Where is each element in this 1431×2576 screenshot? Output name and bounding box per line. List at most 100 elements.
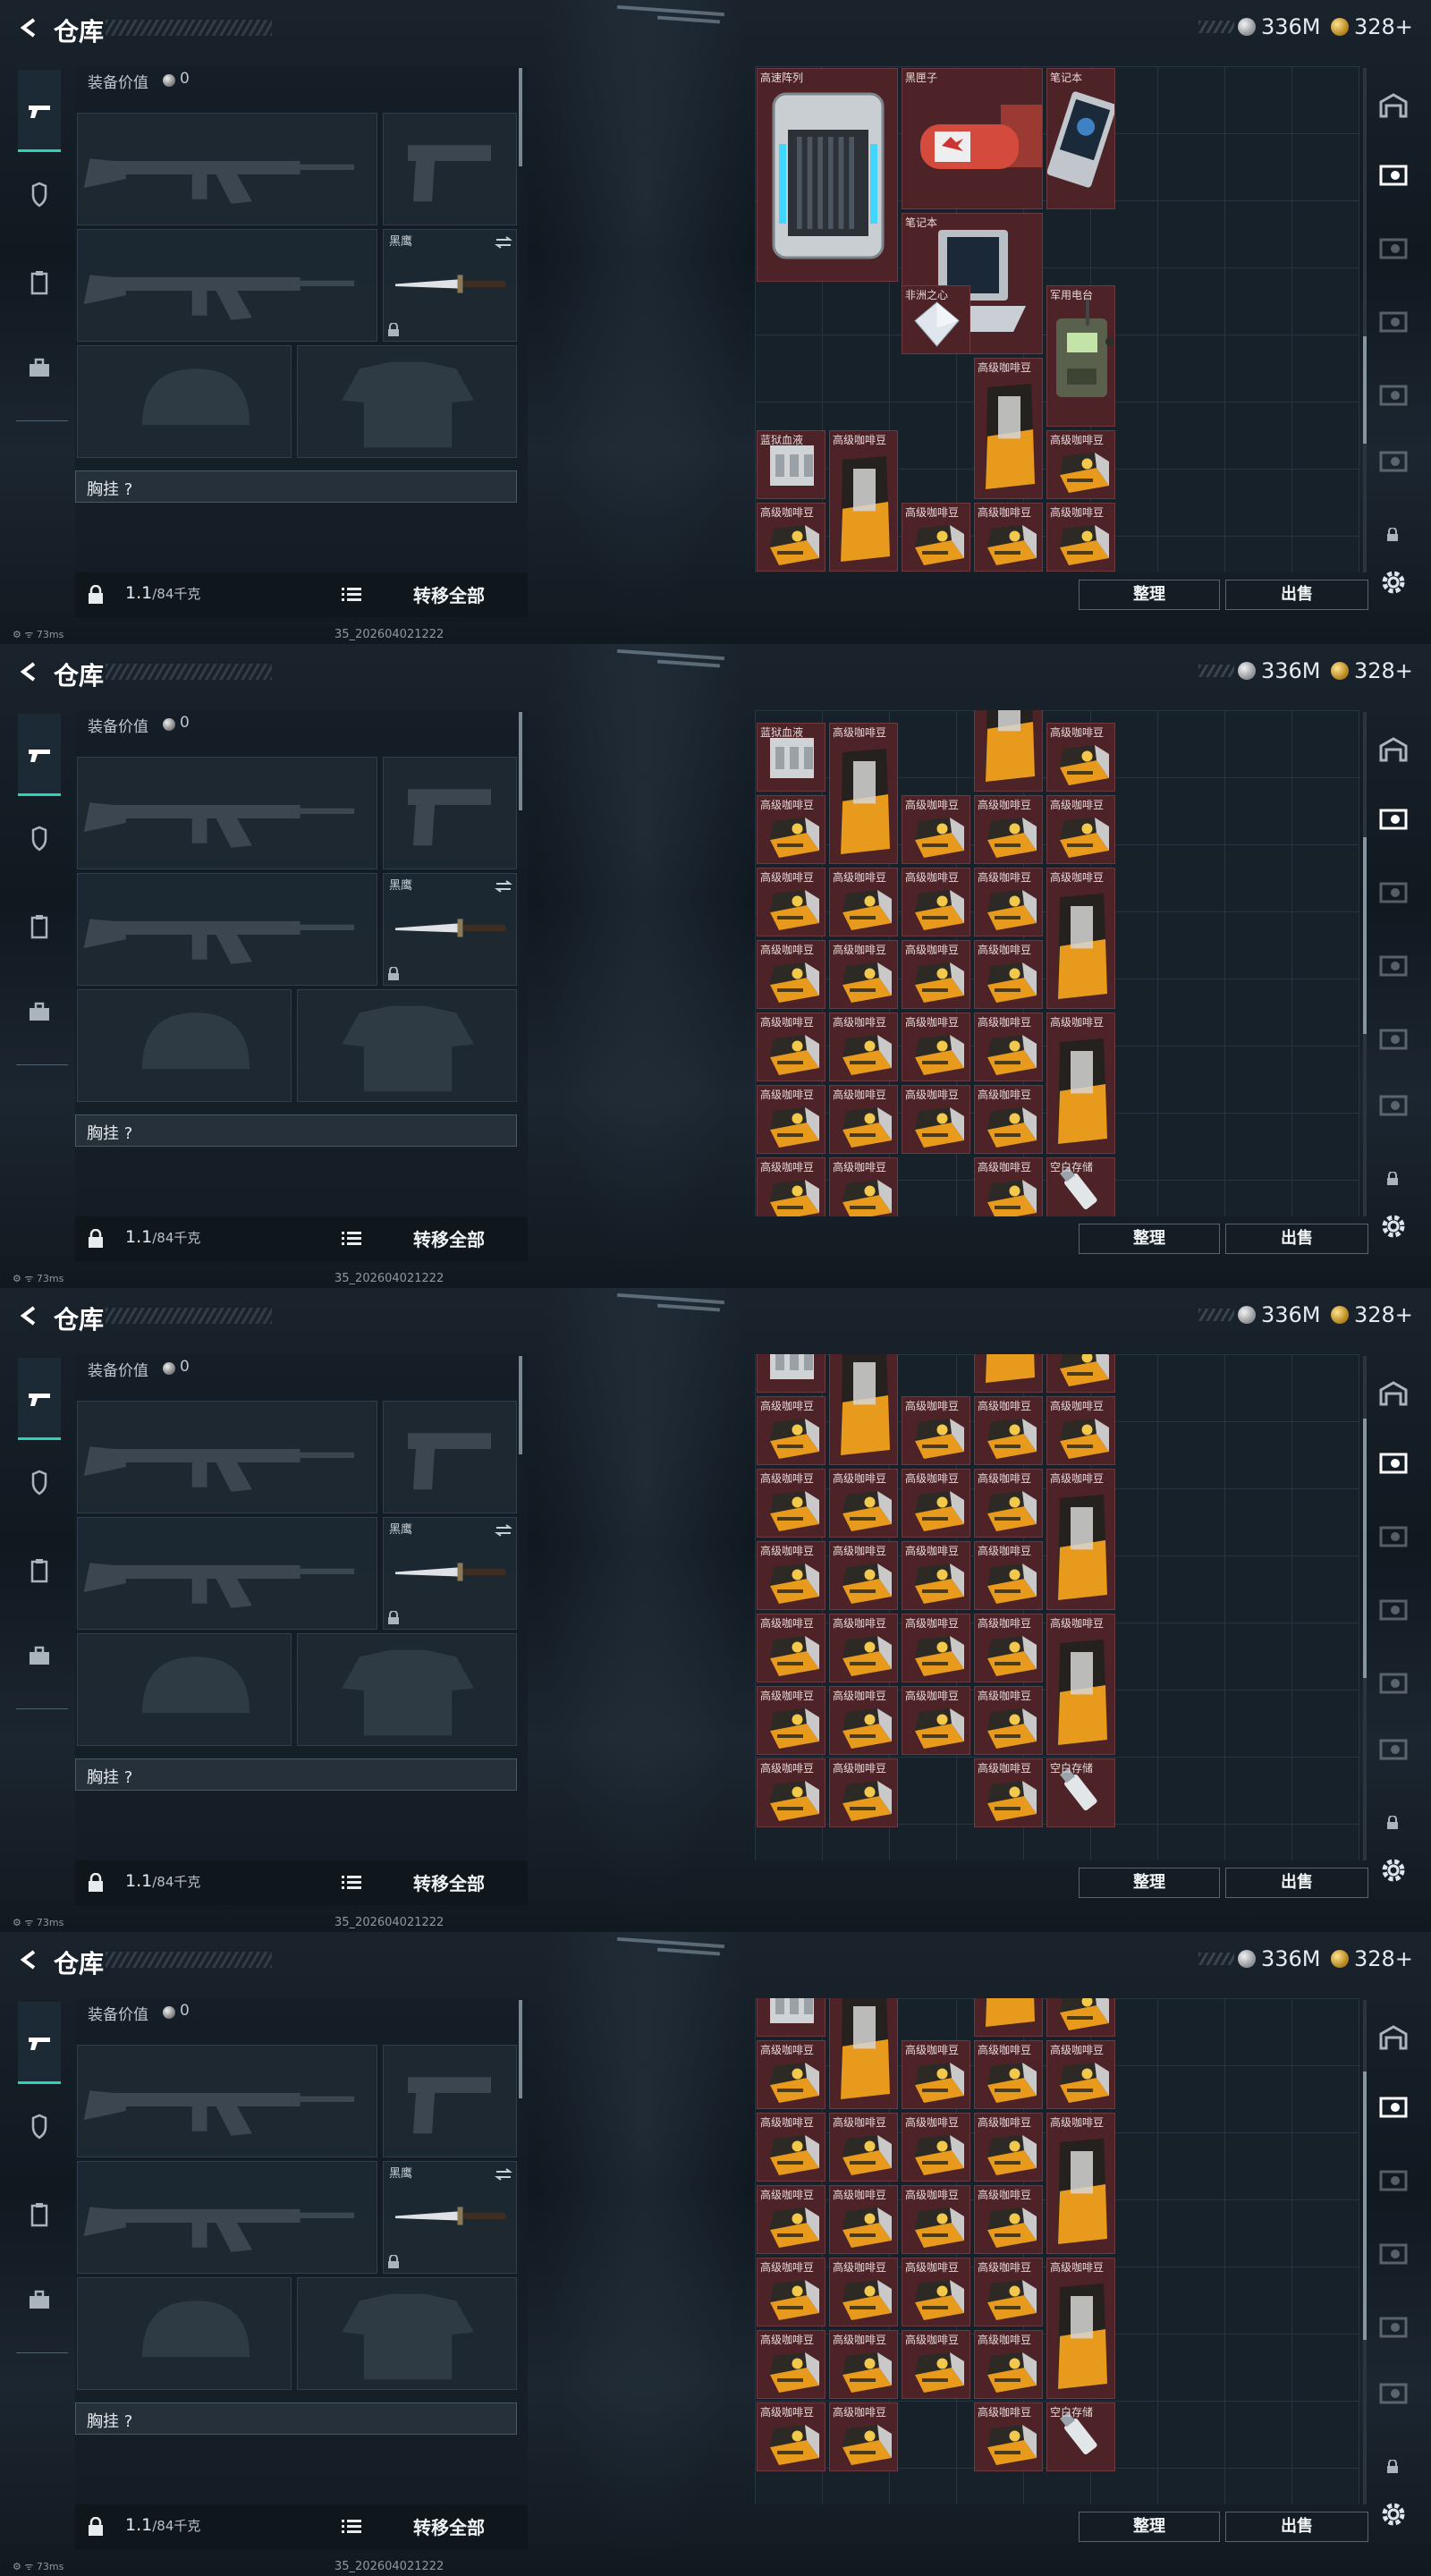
inventory-item-coffee[interactable]: 高级咖啡豆 [902, 503, 970, 572]
storage-box-icon[interactable] [1377, 1449, 1410, 1478]
inventory-item-coffee[interactable]: 高级咖啡豆 [1046, 2112, 1115, 2254]
inventory-item-radio[interactable]: 军用电台 [1046, 285, 1115, 427]
inventory-item-coffee[interactable]: 高级咖啡豆 [974, 710, 1043, 792]
inventory-item-coffee[interactable]: 高级咖啡豆 [757, 1758, 826, 1827]
inventory-item-coffee[interactable]: 高级咖啡豆 [829, 1540, 898, 1610]
storage-box-icon[interactable] [1377, 161, 1410, 190]
clipboard-icon[interactable] [25, 2200, 54, 2229]
sell-button[interactable]: 出售 [1225, 1224, 1368, 1254]
inventory-item-coffee[interactable]: 高级咖啡豆 [974, 1395, 1043, 1465]
primary-weapon-slot[interactable] [77, 2045, 377, 2157]
inventory-item-coffee[interactable]: 高级咖啡豆 [974, 2257, 1043, 2326]
armor-icon[interactable] [25, 181, 54, 209]
inventory-item-coffee[interactable]: 高级咖啡豆 [757, 1395, 826, 1465]
pistol-slot[interactable] [383, 113, 517, 225]
pistol-slot[interactable] [383, 1401, 517, 1513]
armor-icon[interactable] [25, 825, 54, 853]
swap-icon[interactable] [495, 879, 512, 894]
inventory-item-coffee[interactable]: 高级咖啡豆 [1046, 2039, 1115, 2109]
inventory-item-blue-sample[interactable]: 蓝狱血液 [757, 723, 826, 792]
inventory-item-coffee[interactable]: 高级咖啡豆 [902, 868, 970, 937]
warehouse-scrollbar[interactable] [1363, 1356, 1367, 1860]
inventory-item-coffee[interactable]: 高级咖啡豆 [1046, 1395, 1115, 1465]
inventory-item-coffee[interactable]: 高级咖啡豆 [902, 1085, 970, 1155]
inventory-item-coffee[interactable]: 高级咖啡豆 [829, 1758, 898, 1827]
primary-weapon-slot[interactable] [77, 113, 377, 225]
inventory-item-coffee[interactable]: 高级咖啡豆 [974, 503, 1043, 572]
briefcase-icon[interactable] [25, 1642, 54, 1671]
sort-button[interactable]: 整理 [1079, 1868, 1220, 1898]
inventory-item-coffee[interactable]: 高级咖啡豆 [902, 1013, 970, 1082]
inventory-item-coffee[interactable]: 高级咖啡豆 [829, 1468, 898, 1538]
helmet-slot[interactable] [77, 1633, 292, 1746]
storage-box-icon[interactable] [1377, 1735, 1410, 1764]
briefcase-icon[interactable] [25, 2286, 54, 2315]
inventory-item-coffee[interactable]: 高级咖啡豆 [974, 1758, 1043, 1827]
inventory-item-coffee[interactable]: 高级咖啡豆 [1046, 1468, 1115, 1610]
gun-icon[interactable] [25, 97, 54, 125]
primary-weapon-slot[interactable] [77, 757, 377, 869]
gold-currency[interactable]: 328+ [1331, 1302, 1413, 1327]
inventory-item-coffee[interactable]: 高级咖啡豆 [974, 2184, 1043, 2254]
loadout-scrollbar[interactable] [519, 712, 522, 810]
inventory-item-coffee[interactable]: 高级咖啡豆 [1046, 503, 1115, 572]
inventory-item-coffee[interactable]: 高级咖啡豆 [829, 430, 898, 572]
back-arrow-icon[interactable] [16, 1948, 39, 1971]
sort-button[interactable]: 整理 [1079, 1224, 1220, 1254]
warehouse-icon[interactable] [1377, 735, 1410, 764]
inventory-item-coffee[interactable]: 高级咖啡豆 [829, 1998, 898, 2109]
melee-slot[interactable]: 黑鹰 [383, 1517, 517, 1630]
secondary-weapon-slot[interactable] [77, 229, 377, 342]
transfer-all-button[interactable]: 转移全部 [413, 2513, 485, 2539]
storage-box-icon[interactable] [1377, 1596, 1410, 1624]
pistol-slot[interactable] [383, 2045, 517, 2157]
inventory-item-coffee[interactable]: 高级咖啡豆 [829, 2329, 898, 2399]
scroll-thumb[interactable] [1363, 2072, 1367, 2340]
inventory-item-coffee[interactable]: 高级咖啡豆 [902, 2329, 970, 2399]
warehouse-icon[interactable] [1377, 91, 1410, 120]
inventory-item-coffee[interactable]: 高级咖啡豆 [974, 1685, 1043, 1755]
list-icon[interactable] [342, 1231, 361, 1247]
transfer-all-button[interactable]: 转移全部 [413, 1869, 485, 1895]
inventory-item-coffee[interactable]: 高级咖啡豆 [757, 868, 826, 937]
inventory-item-coffee[interactable]: 高级咖啡豆 [902, 2112, 970, 2182]
storage-box-icon[interactable] [1377, 308, 1410, 336]
inventory-item-coffee[interactable]: 高级咖啡豆 [974, 1085, 1043, 1155]
inventory-item-coffee[interactable]: 高级咖啡豆 [757, 2402, 826, 2471]
storage-box-icon[interactable] [1377, 234, 1410, 263]
inventory-item-black-box[interactable]: 黑匣子 [902, 68, 1043, 209]
storage-box-icon[interactable] [1377, 1669, 1410, 1698]
storage-box-icon[interactable] [1377, 1025, 1410, 1054]
melee-slot[interactable]: 黑鹰 [383, 2161, 517, 2274]
inventory-item-coffee[interactable]: 高级咖啡豆 [757, 503, 826, 572]
storage-box-icon[interactable] [1377, 805, 1410, 834]
inventory-item-coffee[interactable]: 高级咖啡豆 [757, 1685, 826, 1755]
inventory-item-coffee[interactable]: 高级咖啡豆 [757, 1468, 826, 1538]
inventory-item-laptop[interactable]: 笔记本 [1046, 68, 1115, 209]
inventory-item-coffee[interactable]: 高级咖啡豆 [829, 2184, 898, 2254]
list-icon[interactable] [342, 2519, 361, 2535]
inventory-item-coffee[interactable]: 高级咖啡豆 [829, 2402, 898, 2471]
warehouse-scrollbar[interactable] [1363, 2000, 1367, 2504]
inventory-item-coffee[interactable]: 高级咖啡豆 [1046, 1998, 1115, 2037]
inventory-item-drive[interactable]: 空白存储 [1046, 1157, 1115, 1216]
storage-box-icon[interactable] [1377, 2166, 1410, 2195]
inventory-item-coffee[interactable]: 高级咖啡豆 [1046, 430, 1115, 499]
inventory-item-blue-sample[interactable]: 蓝狱血液 [757, 430, 826, 499]
inventory-item-coffee[interactable]: 高级咖啡豆 [902, 940, 970, 1010]
warehouse-scrollbar[interactable] [1363, 68, 1367, 572]
storage-box-icon[interactable] [1377, 878, 1410, 907]
inventory-item-coffee[interactable]: 高级咖啡豆 [974, 1013, 1043, 1082]
inventory-item-coffee[interactable]: 高级咖啡豆 [1046, 723, 1115, 792]
scroll-thumb[interactable] [1363, 336, 1367, 444]
inventory-item-coffee[interactable]: 高级咖啡豆 [902, 2184, 970, 2254]
inventory-item-coffee[interactable]: 高级咖啡豆 [829, 940, 898, 1010]
inventory-item-coffee[interactable]: 高级咖啡豆 [757, 795, 826, 865]
storage-box-icon[interactable] [1377, 2313, 1410, 2342]
inventory-item-drive[interactable]: 空白存储 [1046, 2402, 1115, 2471]
inventory-item-coffee[interactable]: 高级咖啡豆 [757, 1085, 826, 1155]
inventory-item-blue-sample[interactable]: 蓝狱血液 [757, 1998, 826, 2037]
scroll-thumb[interactable] [1363, 1419, 1367, 1678]
clipboard-icon[interactable] [25, 268, 54, 297]
inventory-item-coffee[interactable]: 高级咖啡豆 [974, 1540, 1043, 1610]
